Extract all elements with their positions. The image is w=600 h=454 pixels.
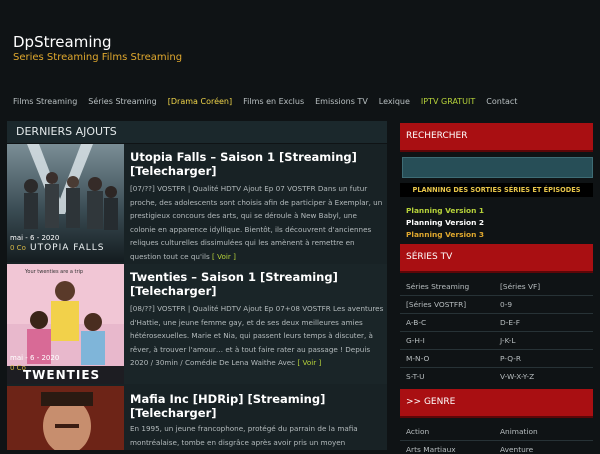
post-thumbnail[interactable] <box>7 386 124 450</box>
post-excerpt: [07/??] VOSTFR | Qualité HDTV Ajout Ep 0… <box>130 182 384 263</box>
series-link[interactable]: D-E-F <box>500 318 520 327</box>
planning-link-3[interactable]: Planning Version 3 <box>406 230 484 239</box>
post-item: Your twenties are a trip TWENTIES mai - … <box>7 264 387 384</box>
series-link[interactable]: G-H-I <box>406 336 425 345</box>
site-tagline: Series Streaming Films Streaming <box>13 52 183 63</box>
series-link[interactable]: [Séries VF] <box>500 282 540 291</box>
series-widget-header: SÉRIES TV <box>400 244 593 273</box>
post-title[interactable]: Mafia Inc [HDRip] [Streaming] [Telecharg… <box>130 392 380 420</box>
main-nav: Films Streaming Séries Streaming [Drama … <box>13 97 528 111</box>
nav-item-contact[interactable]: Contact <box>486 97 517 111</box>
poster-title-text: UTOPIA FALLS <box>30 243 105 253</box>
genre-link[interactable]: Animation <box>500 427 538 436</box>
post-excerpt-text: [07/??] VOSTFR | Qualité HDTV Ajout Ep 0… <box>130 184 383 261</box>
planning-link-1[interactable]: Planning Version 1 <box>406 206 484 215</box>
planning-link-2[interactable]: Planning Version 2 <box>406 218 484 227</box>
read-more-link[interactable]: [ Voir ] <box>212 252 236 261</box>
nav-item-drama-coreen[interactable]: [Drama Coréen] <box>168 97 232 111</box>
post-excerpt: [08/??] VOSTFR | Qualité HDTV Ajout Ep 0… <box>130 302 384 370</box>
latest-posts-section: DERNIERS AJOUTS UTOPIA FALLS mai - 6 - 2… <box>7 121 387 450</box>
genre-widget-header: >> GENRE <box>400 389 593 418</box>
divider <box>400 440 593 441</box>
poster-image <box>7 386 124 450</box>
post-title[interactable]: Utopia Falls – Saison 1 [Streaming] [Tel… <box>130 150 380 178</box>
nav-item-lexique[interactable]: Lexique <box>379 97 410 111</box>
series-link[interactable]: P-Q-R <box>500 354 521 363</box>
post-item: UTOPIA FALLS mai - 6 - 2020 0 Co Utopia … <box>7 144 387 262</box>
series-link[interactable]: V-W-X-Y-Z <box>500 372 534 381</box>
search-input[interactable] <box>402 157 593 178</box>
series-link[interactable]: Séries Streaming <box>406 282 469 291</box>
series-link[interactable]: S-T-U <box>406 372 425 381</box>
nav-item-films-streaming[interactable]: Films Streaming <box>13 97 77 111</box>
nav-item-iptv[interactable]: IPTV GRATUIT <box>421 97 475 111</box>
post-excerpt-text: En 1995, un jeune francophone, protégé d… <box>130 424 358 447</box>
site-header: DpStreaming Series Streaming Films Strea… <box>0 0 600 90</box>
post-date: mai - 6 - 2020 <box>10 234 60 242</box>
nav-item-series-streaming[interactable]: Séries Streaming <box>88 97 156 111</box>
read-more-link[interactable]: [ Voir ] <box>297 358 321 367</box>
post-date: mai - 6 - 2020 <box>10 354 60 362</box>
post-title[interactable]: Twenties – Saison 1 [Streaming] [Telecha… <box>130 270 380 298</box>
poster-title-text: TWENTIES <box>23 368 101 382</box>
post-item: Mafia Inc [HDRip] [Streaming] [Telecharg… <box>7 386 387 450</box>
series-link[interactable]: M-N-O <box>406 354 429 363</box>
divider <box>400 331 593 332</box>
series-link[interactable]: [Séries VOSTFR] <box>406 300 466 309</box>
search-widget-header: RECHERCHER <box>400 123 593 152</box>
series-widget-title: SÉRIES TV <box>406 252 453 262</box>
post-comments[interactable]: 0 Co <box>10 364 26 372</box>
divider <box>400 295 593 296</box>
sidebar: RECHERCHER PLANNING DES SORTIES SÉRIES E… <box>400 121 593 454</box>
site-title[interactable]: DpStreaming <box>13 33 112 51</box>
section-header: DERNIERS AJOUTS <box>7 121 387 144</box>
genre-link[interactable]: Action <box>406 427 429 436</box>
divider <box>400 367 593 368</box>
section-title: DERNIERS AJOUTS <box>16 125 117 138</box>
divider <box>400 313 593 314</box>
series-link[interactable]: J-K-L <box>500 336 515 345</box>
genre-widget-title: >> GENRE <box>406 397 456 407</box>
post-excerpt-text: [08/??] VOSTFR | Qualité HDTV Ajout Ep 0… <box>130 304 384 367</box>
nav-item-emissions-tv[interactable]: Emissions TV <box>315 97 368 111</box>
poster-tagline: Your twenties are a trip <box>25 269 84 275</box>
post-thumbnail[interactable]: UTOPIA FALLS mai - 6 - 2020 0 Co <box>7 144 124 262</box>
post-comments[interactable]: 0 Co <box>10 244 26 252</box>
divider <box>400 349 593 350</box>
planning-heading: PLANNING DES SORTIES SÉRIES ET ÉPISODES <box>400 183 593 197</box>
nav-item-films-exclus[interactable]: Films en Exclus <box>243 97 304 111</box>
series-link[interactable]: A-B-C <box>406 318 426 327</box>
series-link[interactable]: 0-9 <box>500 300 512 309</box>
search-widget-title: RECHERCHER <box>406 131 468 141</box>
post-excerpt: En 1995, un jeune francophone, protégé d… <box>130 422 384 449</box>
post-thumbnail[interactable]: Your twenties are a trip TWENTIES mai - … <box>7 264 124 384</box>
